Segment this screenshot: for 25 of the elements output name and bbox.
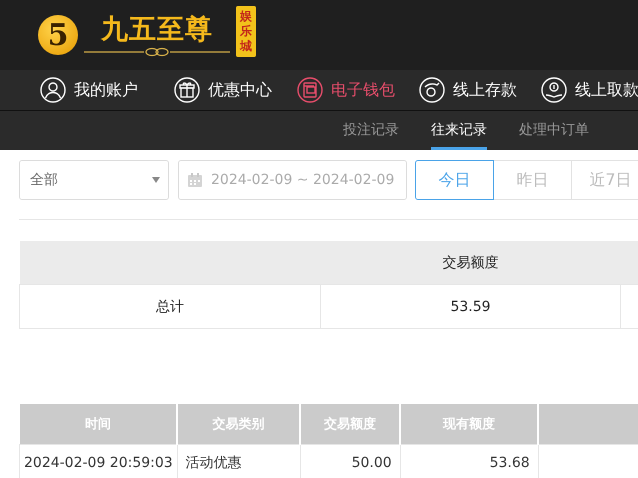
nav-item[interactable]: 线上存款 <box>419 77 517 103</box>
record-tab[interactable]: 往来记录 <box>431 111 487 150</box>
table-cell: 50.00 <box>300 444 400 478</box>
nav-item[interactable]: 我的账户 <box>40 77 138 103</box>
logo-mark: 5 <box>38 15 78 55</box>
wallet-icon <box>297 77 323 103</box>
record-tab[interactable]: 投注记录 <box>343 111 399 150</box>
ornament-icon <box>82 47 232 57</box>
table-cell: 活动优惠 <box>177 444 300 478</box>
logo-badge: 娱乐城 <box>236 6 256 56</box>
table-header: 交易额度 <box>320 241 620 284</box>
record-tab[interactable]: 处理中订单 <box>519 111 589 150</box>
caret-icon <box>152 177 160 183</box>
logo-title: 九五至尊 <box>101 13 213 47</box>
calendar-icon <box>187 172 203 188</box>
table-cell: 53.59 <box>320 284 620 328</box>
gift-icon <box>174 77 200 103</box>
table-cell: 2024-02-09 20:59:03 <box>20 444 178 478</box>
quick-range-button[interactable]: 今日 <box>415 160 494 200</box>
table-cell: 总计 <box>20 284 320 328</box>
nav-item[interactable]: 优惠中心 <box>174 77 272 103</box>
user-icon <box>40 77 66 103</box>
nav-item[interactable]: 电子钱包 <box>297 77 395 103</box>
type-select[interactable]: 全部 <box>19 160 169 200</box>
table-cell: 53.68 <box>400 444 538 478</box>
